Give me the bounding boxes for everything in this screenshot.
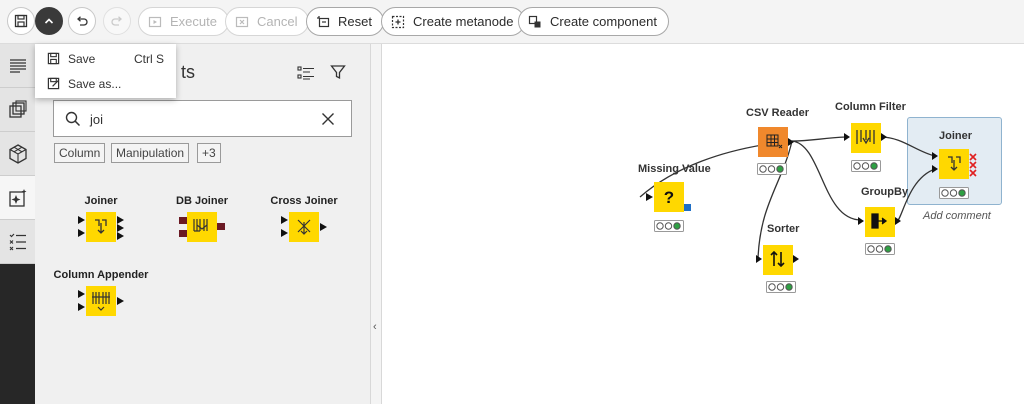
redo-button[interactable] [103,7,131,35]
tag-column[interactable]: Column [54,143,106,163]
tag-more[interactable]: +3 [197,143,221,163]
save-dropdown-menu: Save Ctrl S Save as... [35,44,176,98]
spaces-icon [8,99,27,118]
node-repository-panel: ts joi Column Manipulation +3 Joiner DB … [35,44,370,404]
execute-icon [148,16,162,27]
menu-item-label: Save as... [68,77,122,91]
repo-node-label: Column Appender [53,269,149,281]
repo-node-db-joiner[interactable]: DB Joiner [152,195,252,247]
panel-resize-handle[interactable]: ‹ [370,44,382,404]
save-as-icon [47,77,60,90]
repo-node-column-appender[interactable]: Column Appender [51,269,151,321]
execute-label: Execute [170,14,217,29]
node-label-missing-value[interactable]: Missing Value [638,163,711,175]
redo-icon [111,16,122,26]
menu-item-save-as[interactable]: Save as... [35,72,176,97]
repo-node-label: Joiner [84,195,118,207]
menu-item-save[interactable]: Save Ctrl S [35,47,176,72]
groupby-status-icon [865,243,895,255]
node-missing-value[interactable]: ? [644,182,694,218]
checklist-icon [9,233,26,250]
search-input[interactable]: joi [90,112,103,127]
panel-title: ts [181,62,196,82]
cancel-button[interactable]: Cancel [225,7,310,36]
joiner-status-icon [939,187,969,199]
sidebar-item-spaces[interactable] [0,88,35,132]
node-label-sorter[interactable]: Sorter [767,223,799,235]
csv-reader-status-icon [757,163,787,175]
node-label-groupby[interactable]: GroupBy [861,186,908,198]
sorter-status-icon [766,281,796,293]
node-sorter[interactable] [754,243,804,277]
workflow-canvas[interactable]: Add comment CSV Reader Missing Value ? C… [382,44,1024,404]
sidebar-item-node-repository[interactable] [0,132,35,176]
create-metanode-label: Create metanode [413,14,514,29]
create-component-label: Create component [550,14,657,29]
repo-node-cross-joiner[interactable]: Cross Joiner [254,195,354,247]
cancel-icon [235,16,249,27]
reset-icon [317,15,330,27]
db-joiner-icon [179,212,225,242]
missing-value-status-icon [654,220,684,232]
filter-icon[interactable] [330,64,346,80]
node-groupby[interactable] [856,205,906,239]
node-column-filter[interactable] [842,121,892,155]
ai-assistant-icon [8,188,26,207]
sidebar-item-k-ai[interactable] [0,176,35,220]
execute-button[interactable]: Execute [138,7,229,36]
workflow-connections [639,136,936,260]
chevron-up-icon [44,18,54,24]
save-button[interactable] [7,7,35,35]
reset-button[interactable]: Reset [306,7,384,36]
menu-item-shortcut: Ctrl S [134,52,164,66]
reset-label: Reset [338,14,372,29]
error-port-icon [969,153,977,177]
undo-icon [77,16,88,26]
undo-button[interactable] [68,7,96,35]
save-icon [14,14,28,28]
column-appender-icon [78,286,124,316]
repo-node-label: Cross Joiner [270,195,338,207]
toolbar: Execute Cancel Reset Create metanode Cre… [0,0,1024,44]
node-label-csv-reader[interactable]: CSV Reader [746,107,809,119]
sidebar-item-description[interactable] [0,44,35,88]
list-view-icon[interactable] [297,66,315,80]
create-metanode-button[interactable]: Create metanode [381,7,526,36]
chevron-left-icon[interactable]: ‹ [373,321,377,333]
node-label-joiner[interactable]: Joiner [939,130,972,142]
component-icon [528,15,541,27]
menu-item-label: Save [68,52,96,66]
question-mark-icon: ? [664,188,674,207]
cross-joiner-icon [281,212,327,242]
sidebar-rail [0,44,35,404]
search-box: joi [53,100,352,137]
repo-node-joiner[interactable]: Joiner [51,195,151,247]
knime-workbench: Execute Cancel Reset Create metanode Cre… [0,0,1024,404]
metanode-icon [391,15,405,28]
joiner-icon [78,212,124,242]
repo-node-label: DB Joiner [176,195,228,207]
save-menu-toggle[interactable] [35,7,63,35]
node-csv-reader[interactable] [756,127,796,161]
create-component-button[interactable]: Create component [518,7,669,36]
column-filter-status-icon [851,160,881,172]
description-icon [9,58,26,73]
node-repository-icon [8,143,27,164]
save-icon [47,52,60,65]
cancel-label: Cancel [257,14,298,29]
tag-manipulation[interactable]: Manipulation [111,143,190,163]
search-icon [65,111,81,127]
connection-csv-to-column-filter [791,136,847,142]
node-joiner[interactable] [930,148,980,184]
sidebar-item-monitor[interactable] [0,220,35,264]
node-label-column-filter[interactable]: Column Filter [835,101,906,113]
clear-search-icon[interactable] [321,112,335,126]
